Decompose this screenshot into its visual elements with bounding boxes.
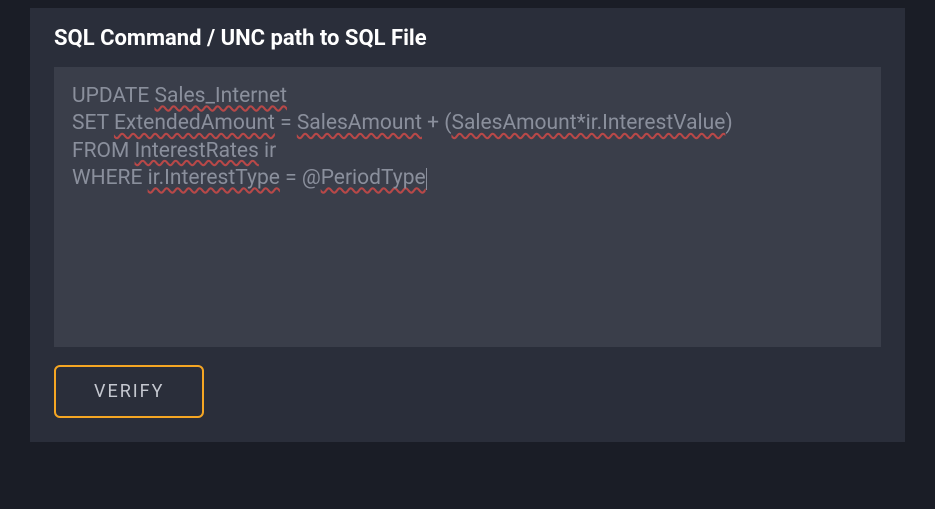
sql-token-salesamount: SalesAmount — [297, 111, 422, 135]
button-row: VERIFY — [30, 365, 905, 442]
sql-keyword-set: SET — [72, 111, 114, 135]
sql-command-panel: SQL Command / UNC path to SQL File UPDAT… — [30, 8, 905, 442]
sql-op-eq: = — [275, 111, 297, 135]
sql-op-eq-at: = @ — [280, 166, 321, 190]
sql-keyword-update: UPDATE — [72, 84, 154, 108]
sql-textarea[interactable]: UPDATE Sales_Internet SET ExtendedAmount… — [54, 67, 881, 347]
sql-token-interestrates: InterestRates — [135, 139, 259, 163]
sql-token-sales-internet: Sales_Internet — [154, 84, 286, 108]
text-cursor — [426, 168, 428, 190]
sql-op-plus-paren: + ( — [422, 111, 452, 135]
sql-alias-ir: ir — [259, 139, 276, 163]
sql-line-2: SET ExtendedAmount = SalesAmount + (Sale… — [72, 110, 863, 137]
sql-line-4: WHERE ir.InterestType = @PeriodType — [72, 165, 863, 192]
sql-token-salesamount-ir-interestvalue: SalesAmount*ir.InterestValue — [451, 111, 725, 135]
panel-title: SQL Command / UNC path to SQL File — [30, 8, 905, 67]
sql-token-periodtype: PeriodType — [321, 166, 426, 190]
sql-keyword-where: WHERE — [72, 166, 148, 190]
sql-line-3: FROM InterestRates ir — [72, 138, 863, 165]
sql-op-close-paren: ) — [725, 111, 732, 135]
sql-token-extendedamount: ExtendedAmount — [114, 111, 275, 135]
verify-button[interactable]: VERIFY — [54, 365, 204, 418]
sql-keyword-from: FROM — [72, 139, 135, 163]
sql-token-ir-interesttype: ir.InterestType — [148, 166, 280, 190]
sql-line-1: UPDATE Sales_Internet — [72, 83, 863, 110]
